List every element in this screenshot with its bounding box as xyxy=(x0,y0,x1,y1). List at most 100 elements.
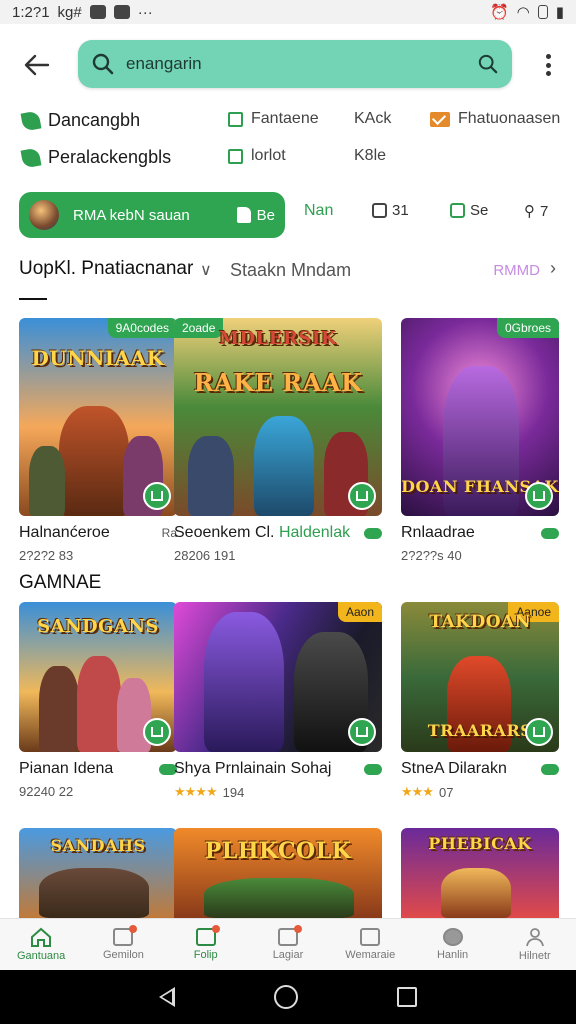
filter-item[interactable]: Peralackengbls xyxy=(20,147,171,168)
nav-item-lagiar[interactable]: Lagiar xyxy=(247,919,329,970)
game-card[interactable]: Aanoe TAKDOAN TRAARARS StneA Dilarakn ★★… xyxy=(401,602,559,800)
game-card[interactable]: PHEBICAK xyxy=(401,828,559,918)
game-meta: 28206 191 xyxy=(174,548,236,563)
avatar xyxy=(29,200,59,230)
section-title: GAMNAE xyxy=(19,572,102,593)
flag-icon xyxy=(450,203,465,218)
section-subtitle[interactable]: Staakn Mndam xyxy=(230,260,351,281)
featured-chip[interactable]: RMA kebN sauan Be xyxy=(19,192,285,238)
game-art: Aanoe TAKDOAN TRAARARS xyxy=(401,602,559,752)
game-art: SANDGANS xyxy=(19,602,177,752)
game-art-title: SANDAHS xyxy=(50,836,146,855)
download-button[interactable] xyxy=(143,718,171,746)
alarm-icon: ⏰ xyxy=(489,4,509,21)
system-navigation xyxy=(0,970,576,1024)
rating-stars: ★★★★ xyxy=(174,784,218,799)
game-art-title: SANDGANS xyxy=(37,616,159,637)
game-meta: 92240 22 xyxy=(19,784,74,799)
thumbs-up-icon xyxy=(236,207,251,223)
games-icon xyxy=(113,925,138,946)
system-home-icon[interactable] xyxy=(273,985,298,1009)
see-all-link[interactable]: RMMD xyxy=(493,262,540,279)
profile-badge-icon xyxy=(442,928,463,946)
game-art: PLHKCOLK xyxy=(174,828,382,918)
filter-row: Peralackengbls lorlot K8le xyxy=(0,147,576,177)
chip-item[interactable]: Nan xyxy=(304,202,333,220)
download-icon xyxy=(151,727,163,737)
controller-icon xyxy=(364,763,382,775)
game-title: Rnlaadrae xyxy=(401,524,475,541)
wifi-icon: ◠ xyxy=(516,4,530,21)
nav-item-games[interactable]: Gemilon xyxy=(82,919,164,970)
game-card[interactable]: SANDAHS xyxy=(19,828,177,918)
person-icon xyxy=(525,928,544,947)
game-art: PHEBICAK xyxy=(401,828,559,918)
game-art: 9A0codes DUNNIAAK xyxy=(19,318,177,516)
filter-item[interactable]: Dancangbh xyxy=(20,110,140,131)
download-button[interactable] xyxy=(348,482,376,510)
game-meta: 194 xyxy=(222,784,245,800)
download-button[interactable] xyxy=(143,482,171,510)
download-icon xyxy=(356,491,368,501)
filter-item[interactable]: Fhatuonaasen xyxy=(430,110,560,128)
download-button[interactable] xyxy=(525,482,553,510)
game-card[interactable]: SANDGANS Pianan Idena 92240 22 xyxy=(19,602,177,799)
filter-item[interactable]: KAck xyxy=(354,110,391,128)
game-art-title: RAKE RAAK xyxy=(193,368,363,397)
status-time: 1:2?1 xyxy=(12,3,50,21)
game-card[interactable]: 9A0codes DUNNIAAK Halnanćeroe Ra 2?2?2 8… xyxy=(19,318,177,563)
nav-item-folip[interactable]: Folip xyxy=(165,919,247,970)
search-input[interactable]: enangarin xyxy=(78,40,512,88)
bottom-navigation: Gantuana Gemilon Folip Lagiar Wemaraie H… xyxy=(0,918,576,970)
game-art-title: TAKDOAN xyxy=(429,612,531,632)
game-meta: 2?2??s 40 xyxy=(401,548,462,563)
download-icon xyxy=(533,491,545,501)
game-title: StneA Dilarakn xyxy=(401,760,507,777)
chip-item[interactable]: Se xyxy=(450,202,488,219)
search-query: enangarin xyxy=(126,54,202,73)
download-button[interactable] xyxy=(525,718,553,746)
download-button[interactable] xyxy=(348,718,376,746)
controller-icon xyxy=(364,527,382,539)
game-card[interactable]: Aaon Shya Prnlainain Sohaj ★★★★ 194 xyxy=(174,602,382,800)
game-card[interactable]: PLHKCOLK xyxy=(174,828,382,918)
game-title: Seoenkem Cl. Haldenlak xyxy=(174,524,351,541)
download-icon xyxy=(533,727,545,737)
envelope-icon xyxy=(430,111,450,127)
section-underline xyxy=(19,298,47,300)
chevron-right-icon[interactable]: › xyxy=(550,258,556,279)
home-icon xyxy=(31,927,52,947)
game-art-title: PLHKCOLK xyxy=(204,838,352,864)
filter-item[interactable]: Fantaene xyxy=(228,110,319,128)
rating-stars: ★★★ xyxy=(401,784,434,799)
more-options-button[interactable] xyxy=(538,50,558,80)
filter-row: Dancangbh Fantaene KAck Fhatuonaasen xyxy=(0,110,576,140)
game-card[interactable]: 2oade MDLERSIK RAKE RAAK Seoenkem Cl. Ha… xyxy=(174,318,382,563)
chip-item[interactable]: 31 xyxy=(372,202,409,219)
nav-item-wemaraie[interactable]: Wemaraie xyxy=(329,919,411,970)
person-outline-icon: ⚲ xyxy=(524,203,535,220)
folder-icon xyxy=(195,925,220,946)
signal-icon: ▮ xyxy=(555,4,564,21)
nav-item-home[interactable]: Gantuana xyxy=(0,919,82,970)
nav-item-hilnetr[interactable]: Hilnetr xyxy=(494,919,576,970)
square-icon xyxy=(228,111,243,127)
status-carrier: kg# xyxy=(57,3,82,21)
game-card[interactable]: 0Gbroes DOAN FHANSAK Rnlaadrae 2?2??s 40 xyxy=(401,318,559,563)
game-art: Aaon xyxy=(174,602,382,752)
search-icon xyxy=(92,53,114,75)
search-submit-icon[interactable] xyxy=(478,54,498,74)
game-title: Pianan Idena xyxy=(19,760,114,777)
chevron-down-icon[interactable]: ∨ xyxy=(200,260,212,280)
leaf-icon xyxy=(20,110,42,131)
system-back-icon[interactable] xyxy=(159,987,176,1007)
battery-icon xyxy=(537,5,548,19)
filter-item[interactable]: lorlot xyxy=(228,147,286,165)
more-dot-icon xyxy=(545,54,551,59)
status-bar: 1:2?1 kg# ··· ⏰ ◠ ▮ xyxy=(0,0,576,24)
nav-item-hanlin[interactable]: Hanlin xyxy=(411,919,493,970)
chip-item[interactable]: ⚲ 7 xyxy=(524,202,548,221)
system-recents-icon[interactable] xyxy=(396,987,417,1007)
back-button[interactable] xyxy=(20,48,54,82)
filter-item[interactable]: K8le xyxy=(354,147,386,165)
